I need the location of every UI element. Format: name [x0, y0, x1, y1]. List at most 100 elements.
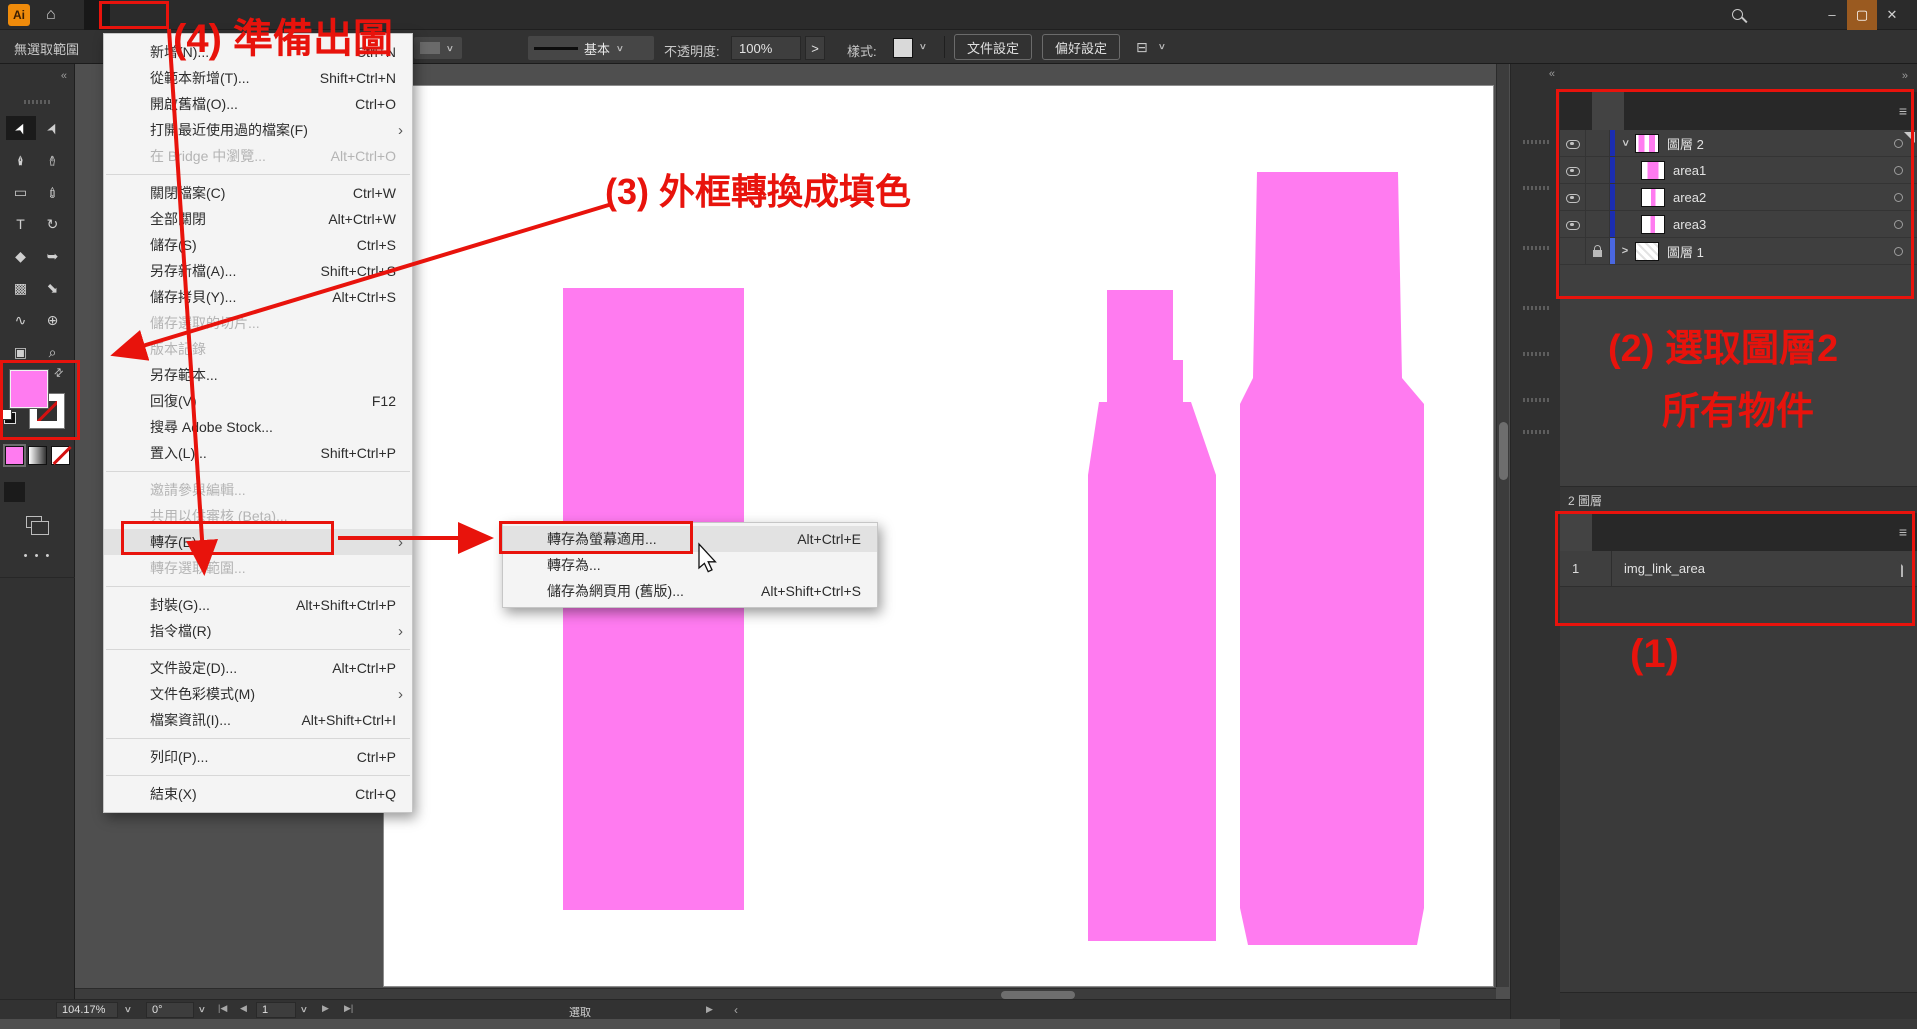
target-circle-icon[interactable]: [1894, 220, 1903, 229]
artboard-row[interactable]: 1 img_link_area: [1560, 551, 1917, 587]
swap-fill-stroke-icon[interactable]: ⇄: [51, 365, 67, 381]
layer-thumbnail[interactable]: [1641, 215, 1665, 234]
dock-drag-handle[interactable]: [1523, 246, 1549, 250]
first-artboard-icon[interactable]: |◀: [218, 1003, 227, 1014]
artboard-name[interactable]: img_link_area: [1612, 561, 1705, 576]
panel-menu-icon[interactable]: ≡: [1899, 524, 1907, 540]
target-circle-icon[interactable]: [1894, 247, 1903, 256]
artboard-page-icon[interactable]: [1901, 561, 1903, 576]
menubar-item[interactable]: [136, 0, 162, 30]
dock-drag-handle[interactable]: [1523, 140, 1549, 144]
layer-thumbnail[interactable]: [1635, 242, 1659, 261]
submenu-item[interactable]: 轉存為...: [503, 552, 877, 578]
collapse-dock-icon[interactable]: «: [61, 70, 66, 82]
target-circle-icon[interactable]: [1894, 139, 1903, 148]
arrange-documents-icon[interactable]: ⊟: [1136, 39, 1148, 56]
menu-item[interactable]: 轉存(E): [104, 529, 412, 555]
style-swatch[interactable]: [893, 38, 913, 58]
lock-cell[interactable]: [1586, 184, 1610, 210]
menu-item[interactable]: 儲存拷貝(Y)... Alt+Ctrl+S: [104, 284, 412, 310]
layer-thumbnail[interactable]: [1641, 188, 1665, 207]
layer-row[interactable]: area3: [1560, 211, 1917, 238]
dock-drag-handle[interactable]: [1523, 430, 1549, 434]
menu-item[interactable]: 文件設定(D)... Alt+Ctrl+P: [104, 655, 412, 681]
menu-item[interactable]: 檔案資訊(I)... Alt+Shift+Ctrl+I: [104, 707, 412, 733]
menu-item[interactable]: 開啟舊檔(O)... Ctrl+O: [104, 91, 412, 117]
chevron-icon[interactable]: [1615, 137, 1635, 149]
layer-name[interactable]: area2: [1673, 190, 1706, 205]
variable-width-dropdown[interactable]: [414, 37, 462, 59]
previous-artboard-icon[interactable]: ◀: [240, 1003, 247, 1014]
menu-item[interactable]: 共用以供審核 (Beta)...: [104, 503, 412, 529]
artwork-area3[interactable]: [1240, 172, 1424, 945]
last-artboard-icon[interactable]: ▶|: [344, 1003, 353, 1014]
menu-item[interactable]: 搜尋 Adobe Stock...: [104, 414, 412, 440]
panel-tab[interactable]: [1592, 513, 1624, 551]
panel-tab[interactable]: [1592, 92, 1624, 130]
menubar-item[interactable]: [292, 0, 318, 30]
lock-cell[interactable]: [1586, 238, 1610, 264]
chevron-down-icon[interactable]: [198, 1004, 204, 1015]
menu-item[interactable]: 關閉檔案(C) Ctrl+W: [104, 180, 412, 206]
menu-item[interactable]: 全部關閉 Alt+Ctrl+W: [104, 206, 412, 232]
artwork-area2[interactable]: [1088, 290, 1216, 941]
menu-item[interactable]: 文件色彩模式(M): [104, 681, 412, 707]
visibility-cell[interactable]: [1560, 211, 1586, 237]
dock-drag-handle[interactable]: [24, 100, 50, 104]
lock-cell[interactable]: [1586, 130, 1610, 156]
chevron-icon[interactable]: [1615, 245, 1635, 257]
opacity-next-button[interactable]: >: [805, 36, 825, 60]
layer-name[interactable]: 圖層 1: [1667, 242, 1704, 261]
menu-item[interactable]: 指令檔(R): [104, 618, 412, 644]
document-setup-button[interactable]: 文件設定: [954, 34, 1032, 60]
stroke-style-dropdown[interactable]: 基本: [528, 36, 654, 60]
menu-item[interactable]: 在 Bridge 中瀏覽... Alt+Ctrl+O: [104, 143, 412, 169]
layer-thumbnail[interactable]: [1635, 134, 1659, 153]
menubar-item[interactable]: [188, 0, 214, 30]
panel-menu-icon[interactable]: ≡: [1899, 103, 1907, 119]
panel-tab[interactable]: [1560, 513, 1592, 551]
menubar-item[interactable]: [214, 0, 240, 30]
menu-item[interactable]: 置入(L)... Shift+Ctrl+P: [104, 440, 412, 466]
menu-item[interactable]: 封裝(G)... Alt+Shift+Ctrl+P: [104, 592, 412, 618]
menu-item[interactable]: 結束(X) Ctrl+Q: [104, 781, 412, 807]
gradient-button[interactable]: [28, 446, 47, 465]
status-expand-icon[interactable]: ▶: [706, 1004, 713, 1015]
close-button[interactable]: ✕: [1877, 0, 1907, 30]
zoom-level-field[interactable]: 104.17%: [56, 1002, 118, 1018]
lock-cell[interactable]: [1586, 211, 1610, 237]
opacity-field[interactable]: 100%: [731, 36, 801, 60]
menu-item[interactable]: 新增(N)... Ctrl+N: [104, 39, 412, 65]
menu-item[interactable]: 儲存(S) Ctrl+S: [104, 232, 412, 258]
home-icon[interactable]: ⌂: [46, 6, 56, 24]
fill-swatch[interactable]: [10, 370, 48, 408]
horizontal-scrollbar-thumb[interactable]: [1001, 991, 1075, 999]
panel-tab[interactable]: [1560, 92, 1592, 130]
chevron-down-icon[interactable]: [300, 1004, 306, 1015]
none-button[interactable]: [51, 446, 70, 465]
menu-item[interactable]: 儲存選取的切片...: [104, 310, 412, 336]
layer-thumbnail[interactable]: [1641, 161, 1665, 180]
panel-tab[interactable]: [1624, 92, 1656, 130]
lock-cell[interactable]: [1586, 157, 1610, 183]
menu-item[interactable]: 轉存選取範圍...: [104, 555, 412, 581]
status-collapse-icon[interactable]: ‹: [734, 1003, 738, 1017]
layer-name[interactable]: 圖層 2: [1667, 134, 1704, 153]
menu-item[interactable]: 回復(V) F12: [104, 388, 412, 414]
maximize-button[interactable]: ▢: [1847, 0, 1877, 30]
artboard-number-field[interactable]: 1: [256, 1002, 296, 1018]
layer-row[interactable]: 圖層 2: [1560, 130, 1917, 157]
menu-item[interactable]: 列印(P)... Ctrl+P: [104, 744, 412, 770]
menubar-item[interactable]: [162, 0, 188, 30]
menu-item[interactable]: 版本記錄: [104, 336, 412, 362]
visibility-cell[interactable]: [1560, 184, 1586, 210]
dock-drag-handle[interactable]: [1523, 306, 1549, 310]
edit-toolbar-icon[interactable]: • • •: [0, 550, 75, 562]
dock-drag-handle[interactable]: [1523, 398, 1549, 402]
menu-item[interactable]: 從範本新增(T)... Shift+Ctrl+N: [104, 65, 412, 91]
preferences-button[interactable]: 偏好設定: [1042, 34, 1120, 60]
menu-item[interactable]: 另存新檔(A)... Shift+Ctrl+S: [104, 258, 412, 284]
menu-item[interactable]: 另存範本...: [104, 362, 412, 388]
menu-item[interactable]: 邀請參與編輯...: [104, 477, 412, 503]
menubar-item[interactable]: [240, 0, 266, 30]
